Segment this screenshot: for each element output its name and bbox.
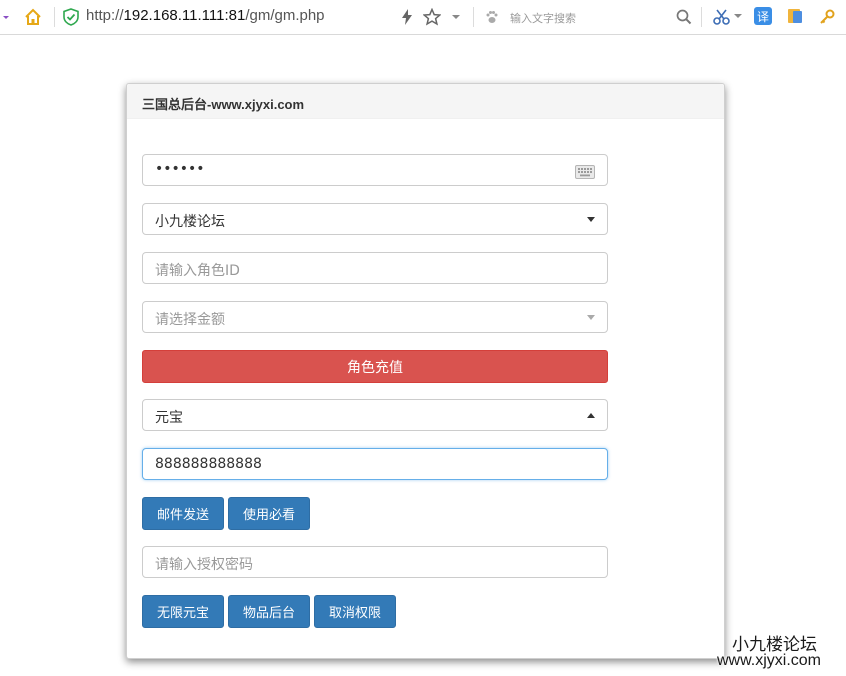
url-host: 192.168.11.111:81	[123, 7, 246, 24]
chevron-down-icon[interactable]	[451, 11, 461, 23]
shield-check-icon[interactable]	[62, 8, 80, 26]
password-value: ••••••	[155, 161, 205, 177]
url-prefix: http://	[86, 7, 124, 24]
star-icon[interactable]	[422, 7, 442, 27]
translate-icon[interactable]: 译	[754, 7, 772, 25]
item-select-value: 元宝	[155, 410, 183, 426]
key-icon[interactable]	[818, 8, 836, 26]
admin-panel: 三国总后台-www.xjyxi.com •••••• 小九楼论坛 请输入角色ID…	[126, 83, 725, 659]
browser-toolbar: http://192.168.11.111:81/gm/gm.php 输入文字搜…	[0, 0, 846, 35]
search-box-placeholder[interactable]: 输入文字搜索	[510, 10, 576, 26]
dropdown-arrow-icon[interactable]	[2, 11, 10, 23]
url-path: /gm/gm.php	[245, 7, 325, 24]
lightning-icon[interactable]	[399, 8, 415, 26]
role-id-placeholder: 请输入角色ID	[155, 263, 240, 279]
keyboard-icon[interactable]	[575, 164, 595, 183]
search-icon[interactable]	[675, 8, 693, 26]
sidebar-panel-icon[interactable]	[786, 7, 804, 25]
auth-password-input[interactable]: 请输入授权密码	[142, 546, 608, 578]
scissors-icon[interactable]	[712, 8, 732, 26]
server-select-value: 小九楼论坛	[155, 214, 225, 230]
baidu-paw-icon[interactable]	[484, 9, 500, 25]
password-field[interactable]: ••••••	[142, 154, 608, 186]
caret-down-icon	[587, 217, 595, 222]
panel-heading: 三国总后台-www.xjyxi.com	[127, 84, 724, 119]
home-icon[interactable]	[22, 6, 44, 28]
chevron-down-icon[interactable]	[734, 11, 742, 21]
address-bar-url[interactable]: http://192.168.11.111:81/gm/gm.php	[86, 7, 325, 24]
cancel-permission-button[interactable]: 取消权限	[314, 595, 396, 628]
quantity-value: 888888888888	[155, 456, 262, 472]
usage-guide-button[interactable]: 使用必看	[228, 497, 310, 530]
auth-password-placeholder: 请输入授权密码	[155, 557, 253, 573]
server-select[interactable]: 小九楼论坛	[142, 203, 608, 235]
unlimited-yuanbao-button[interactable]: 无限元宝	[142, 595, 224, 628]
item-select[interactable]: 元宝	[142, 399, 608, 431]
mail-send-button[interactable]: 邮件发送	[142, 497, 224, 530]
recharge-button[interactable]: 角色充值	[142, 350, 608, 383]
role-id-input[interactable]: 请输入角色ID	[142, 252, 608, 284]
amount-select-placeholder: 请选择金额	[155, 312, 225, 328]
caret-up-icon	[587, 413, 595, 418]
quantity-input[interactable]: 888888888888	[142, 448, 608, 480]
panel-title: 三国总后台-www.xjyxi.com	[142, 97, 305, 112]
amount-select[interactable]: 请选择金额	[142, 301, 608, 333]
watermark-line2: www.xjyxi.com	[717, 652, 822, 669]
caret-down-icon	[587, 315, 595, 320]
item-backend-button[interactable]: 物品后台	[228, 595, 310, 628]
